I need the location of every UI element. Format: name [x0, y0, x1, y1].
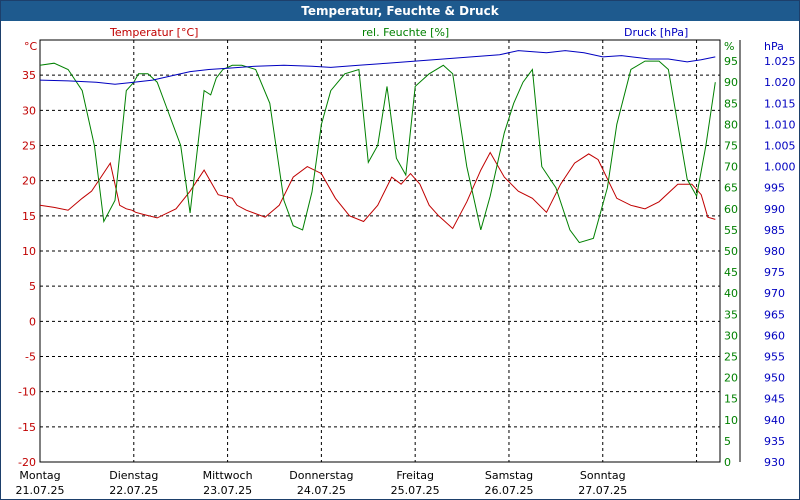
pressure-axis-label: Druck [hPa]: [624, 26, 688, 39]
humidity-tick-label: 95: [724, 55, 738, 68]
x-tick-day: Dienstag: [109, 469, 158, 482]
humidity-tick-label: 40: [724, 287, 738, 300]
humidity-tick-label: 0: [724, 456, 731, 469]
temperature-tick-label: 10: [22, 245, 36, 258]
pressure-tick-label: 950: [764, 372, 785, 385]
x-tick-date: 21.07.25: [16, 484, 65, 497]
humidity-tick-label: 80: [724, 118, 738, 131]
x-tick-date: 22.07.25: [109, 484, 158, 497]
pressure-tick-label: 970: [764, 287, 785, 300]
humidity-tick-label: 50: [724, 245, 738, 258]
temperature-tick-label: -20: [18, 456, 36, 469]
pressure-tick-label: 990: [764, 203, 785, 216]
x-tick-date: 26.07.25: [484, 484, 533, 497]
x-tick-date: 25.07.25: [391, 484, 440, 497]
pressure-tick-label: 1.015: [764, 97, 796, 110]
pressure-tick-label: 930: [764, 456, 785, 469]
pressure-tick-label: 980: [764, 245, 785, 258]
pressure-tick-label: 940: [764, 414, 785, 427]
pressure-tick-label: 975: [764, 266, 785, 279]
temperature-tick-label: -15: [18, 421, 36, 434]
series-line-pressure: [39, 50, 716, 85]
pressure-tick-label: 1.020: [764, 76, 796, 89]
pressure-tick-label: 935: [764, 435, 785, 448]
series-line-temperature: [39, 151, 716, 230]
pressure-unit: hPa: [764, 40, 784, 53]
pressure-tick-label: 1.000: [764, 161, 796, 174]
temperature-tick-label: 5: [29, 280, 36, 293]
humidity-tick-label: 60: [724, 203, 738, 216]
temperature-tick-label: 25: [22, 140, 36, 153]
pressure-tick-label: 960: [764, 329, 785, 342]
chart-canvas: 35302520151050-5-10-15-20959085807570656…: [16, 26, 796, 497]
humidity-unit: %: [724, 40, 734, 53]
humidity-tick-label: 10: [724, 414, 738, 427]
temperature-unit: °C: [24, 40, 38, 53]
humidity-tick-label: 65: [724, 182, 738, 195]
temperature-axis-label: Temperatur [°C]: [109, 26, 198, 39]
x-tick-date: 23.07.25: [203, 484, 252, 497]
pressure-tick-label: 1.010: [764, 118, 796, 131]
x-tick-day: Freitag: [396, 469, 434, 482]
humidity-tick-label: 5: [724, 435, 731, 448]
x-tick-day: Samstag: [485, 469, 533, 482]
x-tick-day: Donnerstag: [289, 469, 353, 482]
pressure-tick-label: 995: [764, 182, 785, 195]
temperature-tick-label: 30: [22, 104, 36, 117]
humidity-tick-label: 85: [724, 97, 738, 110]
temperature-tick-label: -5: [25, 351, 36, 364]
pressure-tick-label: 965: [764, 308, 785, 321]
humidity-tick-label: 90: [724, 76, 738, 89]
humidity-tick-label: 45: [724, 266, 738, 279]
humidity-tick-label: 30: [724, 329, 738, 342]
humidity-axis-label: rel. Feuchte [%]: [362, 26, 449, 39]
temperature-tick-label: 15: [22, 210, 36, 223]
x-tick-date: 27.07.25: [578, 484, 627, 497]
humidity-tick-label: 20: [724, 372, 738, 385]
humidity-tick-label: 75: [724, 140, 738, 153]
pressure-tick-label: 955: [764, 351, 785, 364]
humidity-tick-label: 70: [724, 161, 738, 174]
temperature-tick-label: 0: [29, 315, 36, 328]
humidity-tick-label: 25: [724, 351, 738, 364]
x-tick-day: Sonntag: [580, 469, 626, 482]
humidity-tick-label: 35: [724, 308, 738, 321]
x-tick-day: Montag: [19, 469, 60, 482]
x-tick-day: Mittwoch: [203, 469, 253, 482]
pressure-tick-label: 985: [764, 224, 785, 237]
x-tick-date: 24.07.25: [297, 484, 346, 497]
pressure-tick-label: 1.005: [764, 140, 796, 153]
humidity-tick-label: 55: [724, 224, 738, 237]
temperature-tick-label: 20: [22, 175, 36, 188]
pressure-tick-label: 1.025: [764, 55, 796, 68]
temperature-tick-label: -10: [18, 386, 36, 399]
temperature-tick-label: 35: [22, 69, 36, 82]
pressure-tick-label: 945: [764, 393, 785, 406]
humidity-tick-label: 15: [724, 393, 738, 406]
